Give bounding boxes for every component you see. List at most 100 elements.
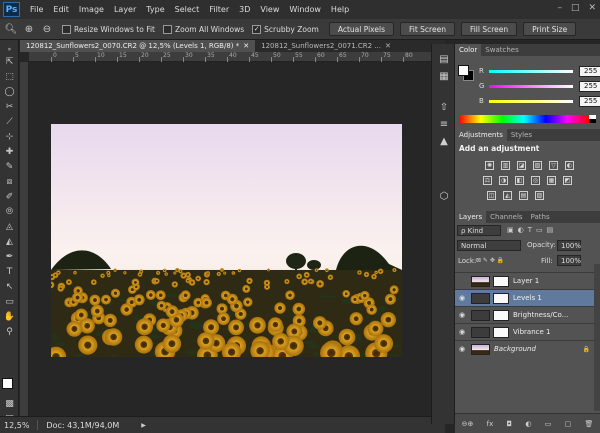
opacity-field[interactable]: 100% [557, 240, 581, 251]
close-icon[interactable]: ✕ [588, 3, 596, 13]
zoom-all-windows-checkbox[interactable] [162, 24, 172, 34]
adjustment-option-icon[interactable]: ▤ [519, 191, 528, 200]
quick-mask-icon[interactable]: ▩ [2, 398, 17, 410]
menu-select[interactable]: Select [170, 5, 205, 14]
visibility-eye-icon[interactable]: ◉ [455, 311, 469, 319]
fit-screen-button[interactable]: Fit Screen [399, 22, 455, 36]
red-slider[interactable] [489, 69, 573, 73]
actions-icon[interactable]: ▦ [437, 69, 451, 83]
history-icon[interactable]: ▤ [437, 52, 451, 66]
3d-icon[interactable]: ⬡ [437, 189, 451, 203]
layer-row[interactable]: ◉ Brightness/Co... [455, 306, 594, 323]
maximize-icon[interactable]: □ [571, 3, 580, 13]
zoom-tool-icon[interactable]: 🔍︎ [4, 22, 18, 36]
adjustment-option-icon[interactable]: ▥ [501, 161, 510, 170]
menu-file[interactable]: File [25, 5, 48, 14]
path-selection-tool-icon[interactable]: ↖ [2, 281, 17, 293]
adjustment-filter-icon[interactable]: ◐ [518, 226, 524, 234]
shape-filter-icon[interactable]: ▭ [536, 226, 543, 234]
adjustment-option-icon[interactable]: ◑ [499, 176, 508, 185]
layer-mask-thumbnail[interactable] [493, 309, 509, 321]
menu-help[interactable]: Help [326, 5, 354, 14]
adjustment-option-icon[interactable]: ◭ [503, 191, 512, 200]
layer-row[interactable]: ◉ Vibrance 1 [455, 323, 594, 340]
resize-windows-checkbox[interactable] [62, 24, 71, 34]
link-layers-icon[interactable]: ⊖⊕ [462, 420, 474, 428]
panel-collapse-icon[interactable]: » [2, 43, 17, 55]
minimize-icon[interactable]: – [557, 3, 562, 13]
layer-kind-filter[interactable]: ρ Kind [457, 225, 501, 236]
zoom-out-icon[interactable]: ⊖ [40, 22, 54, 36]
layer-row[interactable]: ◉ Levels 1 [455, 289, 594, 306]
layer-row[interactable]: Layer 1 [455, 272, 594, 289]
crop-tool-icon[interactable]: ⟋ [2, 116, 17, 128]
clone-stamp-tool-icon[interactable]: ⧈ [2, 176, 17, 188]
status-menu-arrow-icon[interactable]: ▶ [141, 422, 146, 429]
zoom-tool-sidebar-icon[interactable]: ⚲ [2, 326, 17, 338]
panel-foreground-swatch[interactable] [458, 65, 469, 76]
black-white-ramp[interactable] [589, 115, 596, 123]
menu-type[interactable]: Type [141, 5, 169, 14]
smart-filter-icon[interactable]: ▤ [547, 226, 554, 234]
green-value-field[interactable]: 255 [579, 80, 600, 92]
menu-window[interactable]: Window [284, 5, 326, 14]
adjustment-option-icon[interactable]: ◧ [515, 176, 524, 185]
layer-mask-thumbnail[interactable] [493, 275, 509, 287]
actual-pixels-button[interactable]: Actual Pixels [328, 22, 394, 36]
add-mask-icon[interactable]: ◘ [507, 420, 513, 428]
tool-presets-icon[interactable]: ⇧ [437, 100, 451, 114]
blue-slider[interactable] [489, 99, 573, 103]
green-slider[interactable] [489, 84, 573, 88]
type-filter-icon[interactable]: T [528, 226, 532, 234]
quick-select-tool-icon[interactable]: ✂ [2, 101, 17, 113]
menu-image[interactable]: Image [74, 5, 109, 14]
layer-thumbnail[interactable] [471, 275, 490, 287]
properties-icon[interactable]: ≡ [437, 117, 451, 131]
layer-thumbnail[interactable] [471, 309, 490, 321]
tab-layers[interactable]: Layers [455, 211, 487, 223]
adjustment-option-icon[interactable]: ◎ [531, 176, 540, 185]
document-image[interactable] [51, 124, 402, 357]
visibility-eye-icon[interactable]: ◉ [455, 328, 469, 336]
delete-layer-icon[interactable]: 🗑 [584, 420, 593, 428]
layer-thumbnail[interactable] [471, 326, 490, 338]
blend-mode-select[interactable]: Normal [457, 240, 521, 251]
gradient-tool-icon[interactable]: ◬ [2, 221, 17, 233]
hand-tool-icon[interactable]: ✋ [2, 311, 17, 323]
tab-channels[interactable]: Channels [486, 211, 526, 223]
shape-tool-icon[interactable]: ▭ [2, 296, 17, 308]
history-brush-tool-icon[interactable]: ✐ [2, 191, 17, 203]
layer-mask-thumbnail[interactable] [493, 326, 509, 338]
type-tool-icon[interactable]: T [2, 266, 17, 278]
tab-close-icon[interactable]: ✕ [243, 42, 249, 50]
eyedropper-tool-icon[interactable]: ⊹ [2, 131, 17, 143]
pen-tool-icon[interactable]: ✒ [2, 251, 17, 263]
scrubby-zoom-checkbox[interactable]: ✓ [252, 24, 262, 34]
visibility-eye-icon[interactable]: ◉ [455, 294, 469, 302]
eraser-tool-icon[interactable]: ⦾ [2, 206, 17, 218]
menu-3d[interactable]: 3D [234, 5, 255, 14]
lock-icons[interactable]: ⊠ ✎ ✥ 🔒 [476, 257, 504, 264]
tab-swatches[interactable]: Swatches [481, 44, 522, 56]
adjustment-option-icon[interactable]: ▽ [549, 161, 558, 170]
red-value-field[interactable]: 255 [579, 65, 600, 77]
healing-brush-tool-icon[interactable]: ✚ [2, 146, 17, 158]
brush-tool-icon[interactable]: ✎ [2, 161, 17, 173]
layer-thumbnail[interactable] [471, 343, 490, 355]
info-icon[interactable]: ▲ [437, 134, 451, 148]
tab-color[interactable]: Color [455, 44, 482, 56]
lasso-tool-icon[interactable]: ◯ [2, 86, 17, 98]
menu-edit[interactable]: Edit [48, 5, 74, 14]
layer-style-icon[interactable]: fx [487, 420, 494, 428]
tab-close-icon[interactable]: ✕ [385, 42, 391, 50]
layer-row[interactable]: ◉ Background 🔒 [455, 340, 594, 357]
blue-value-field[interactable]: 255 [579, 95, 600, 107]
color-spectrum-bar[interactable] [459, 115, 589, 123]
tab-sunflowers-0071[interactable]: 120812_Sunflowers2_0071.CR2 ... ✕ [255, 40, 397, 52]
pixel-filter-icon[interactable]: ▣ [507, 226, 514, 234]
visibility-eye-icon[interactable]: ◉ [455, 345, 469, 353]
new-adjustment-icon[interactable]: ◐ [525, 420, 531, 428]
adjustment-option-icon[interactable]: ⚖ [483, 176, 492, 185]
tab-sunflowers-0070[interactable]: 120812_Sunflowers2_0070.CR2 @ 12,5% (Lev… [20, 40, 256, 52]
fill-screen-button[interactable]: Fill Screen [460, 22, 518, 36]
